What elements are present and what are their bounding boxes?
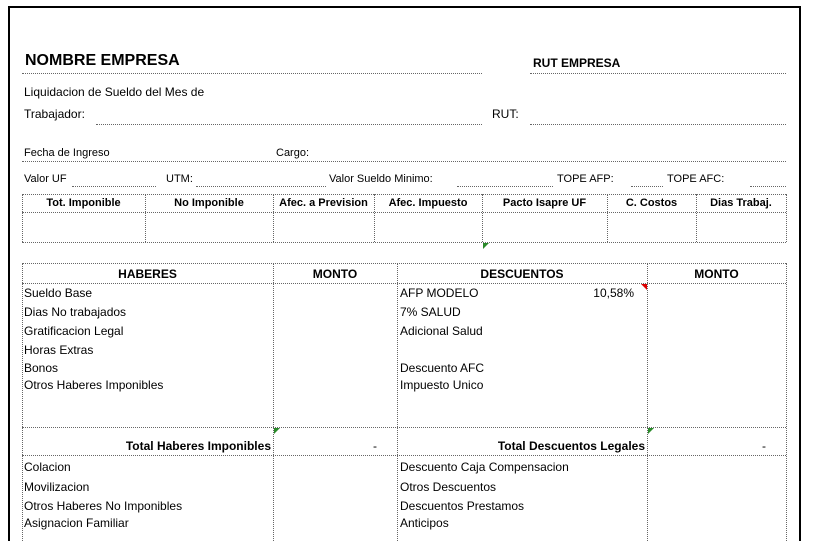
col-afec-prevision: Afec. a Prevision [279,197,368,209]
earning-item: Sueldo Base [24,286,93,300]
utm-label: UTM: [166,173,193,185]
afc-cap-field[interactable] [750,186,786,187]
company-rut: RUT EMPRESA [533,56,621,70]
cell-afec-prevision[interactable] [274,213,373,241]
deduction-item: Impuesto Unico [400,378,484,392]
liquidation-label: Liquidacion de Sueldo del Mes de [24,85,205,99]
total-taxable-label: Total Haberes Imponibles [125,439,271,453]
header-monto-2: MONTO [694,267,739,281]
col-dias-trabaj: Dias Trabaj. [710,197,772,209]
total-deductions-value: - [762,439,766,453]
header-descuentos: DESCUENTOS [480,267,564,281]
earning-item: Gratificacion Legal [24,324,124,338]
hire-date-line[interactable] [22,161,786,162]
other-deduction-item: Descuentos Prestamos [400,499,525,513]
col-tot-imponible: Tot. Imponible [46,197,121,209]
earning-item: Dias No trabajados [24,305,127,319]
deduction-item: 7% SALUD [400,305,461,319]
afc-cap-label: TOPE AFC: [667,173,725,185]
col-no-imponible: No Imponible [174,197,244,209]
utm-field[interactable] [196,186,326,187]
col-c-costos: C. Costos [625,197,678,209]
comment-indicator[interactable] [641,284,647,290]
cell-afec-impuesto[interactable] [375,213,481,241]
non-taxable-item: Movilizacion [24,480,90,494]
company-rut-line [530,73,786,74]
uf-label: Valor UF [24,173,67,185]
deduction-item: Adicional Salud [400,324,483,338]
other-deduction-item: Otros Descuentos [400,480,497,494]
comment-indicator[interactable] [648,428,654,434]
cell-tot-imponible[interactable] [23,213,144,241]
total-deductions-label: Total Descuentos Legales [497,439,645,453]
cell-dias-trabaj[interactable] [697,213,785,241]
non-taxable-item: Otros Haberes No Imponibles [24,499,183,513]
hire-date-label: Fecha de Ingreso [24,147,110,159]
col-pacto-isapre: Pacto Isapre UF [502,197,587,209]
sheet-border-top [8,6,801,8]
sheet-border-left [8,6,10,541]
deduction-item: AFP MODELO [400,286,479,300]
afp-cap-label: TOPE AFP: [557,173,614,185]
comment-indicator[interactable] [274,428,280,434]
uf-field[interactable] [72,186,156,187]
header-monto-1: MONTO [312,267,358,281]
earning-item: Horas Extras [24,343,94,357]
earning-item: Bonos [24,361,59,375]
cell-pacto-isapre[interactable] [483,213,606,241]
cell-no-imponible[interactable] [146,213,272,241]
position-label: Cargo: [276,147,310,159]
rut-field[interactable] [530,124,786,125]
min-wage-field[interactable] [457,186,553,187]
non-taxable-item: Colacion [24,460,71,474]
earning-item: Otros Haberes Imponibles [24,378,164,392]
rut-label: RUT: [492,107,519,121]
min-wage-label: Valor Sueldo Minimo: [329,173,433,185]
worker-field[interactable] [96,124,482,125]
afp-rate: 10,58% [593,286,634,300]
deduction-item: Descuento AFC [400,361,485,375]
cell-c-costos[interactable] [608,213,695,241]
other-deduction-item: Anticipos [400,516,449,530]
company-name: NOMBRE EMPRESA [25,52,180,69]
total-taxable-value: - [373,439,377,453]
non-taxable-item: Asignacion Familiar [24,516,129,530]
other-deduction-item: Descuento Caja Compensacion [400,460,569,474]
company-name-line [22,73,482,74]
sheet-border-right [799,6,801,541]
afp-cap-field[interactable] [631,186,663,187]
header-haberes: HABERES [118,267,177,281]
comment-indicator[interactable] [483,243,489,249]
col-afec-impuesto: Afec. Impuesto [388,197,468,209]
worker-label: Trabajador: [24,107,85,121]
